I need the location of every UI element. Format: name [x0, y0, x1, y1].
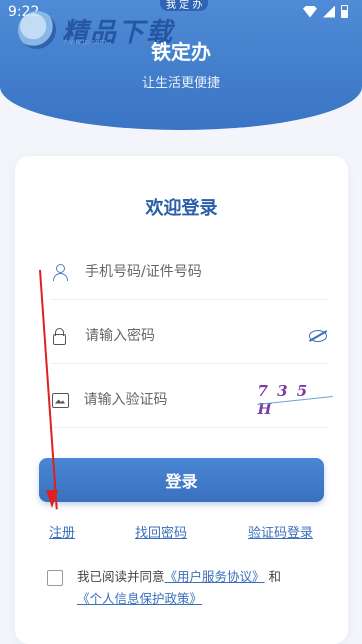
wifi-icon [303, 5, 317, 18]
login-button[interactable]: 登录 [39, 458, 324, 502]
captcha-image[interactable]: 7 3 5 H [257, 382, 327, 418]
password-field[interactable] [51, 308, 327, 364]
phone-field[interactable] [51, 244, 327, 300]
captcha-input[interactable] [83, 391, 258, 408]
agree-prefix: 我已阅读并同意 [77, 569, 165, 584]
user-agreement-link[interactable]: 《用户服务协议》 [165, 569, 265, 584]
signal-icon [323, 5, 335, 18]
app-subtitle: 让生活更便捷 [141, 76, 220, 91]
battery-icon [341, 5, 348, 18]
password-input[interactable] [85, 327, 301, 344]
phone-input[interactable] [85, 263, 327, 280]
eye-off-icon[interactable] [309, 329, 327, 342]
user-icon [51, 263, 69, 281]
image-icon [51, 391, 70, 409]
privacy-policy-link[interactable]: 《个人信息保护政策》 [77, 591, 202, 606]
agree-checkbox[interactable] [47, 570, 63, 586]
forgot-password-link[interactable]: 找回密码 [135, 522, 187, 541]
sms-login-link[interactable]: 验证码登录 [248, 522, 313, 541]
register-link[interactable]: 注册 [49, 522, 75, 541]
status-icons [303, 5, 348, 18]
login-card: 欢迎登录 7 3 5 H 登录 注册 找回密码 验证码登录 我已阅读并同意《用户… [15, 156, 348, 644]
annotation-arrow-head-icon [46, 490, 58, 508]
agree-and: 和 [264, 569, 282, 584]
header-banner: 我 定 办 9:22 精品下载 www.jp.com 铁定办 让生活更便捷 [0, 0, 362, 130]
login-title: 欢迎登录 [145, 198, 218, 219]
captcha-field[interactable]: 7 3 5 H [51, 372, 327, 428]
agreement-text: 我已阅读并同意《用户服务协议》 和 《个人信息保护政策》 [77, 566, 327, 610]
app-title: 铁定办 [151, 40, 211, 64]
lock-icon [51, 327, 69, 345]
